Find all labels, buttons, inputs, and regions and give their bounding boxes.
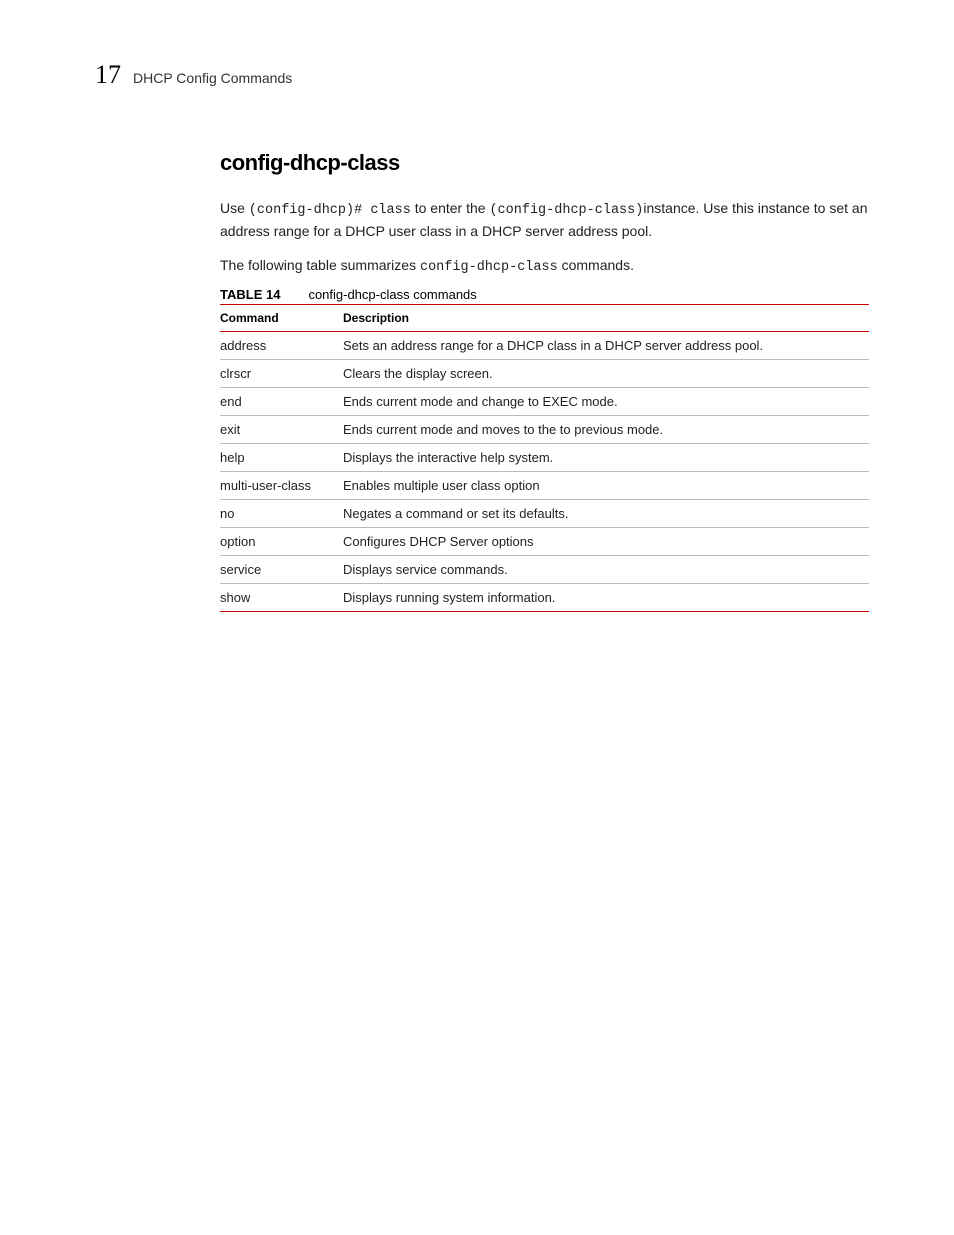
table-row: endEnds current mode and change to EXEC … <box>220 388 869 416</box>
cell-description: Displays the interactive help system. <box>343 444 869 472</box>
cell-description: Clears the display screen. <box>343 360 869 388</box>
table-caption: TABLE 14 config-dhcp-class commands <box>220 287 869 302</box>
table-row: exitEnds current mode and moves to the t… <box>220 416 869 444</box>
table-header-row: Command Description <box>220 305 869 332</box>
table-row: helpDisplays the interactive help system… <box>220 444 869 472</box>
cell-description: Displays service commands. <box>343 556 869 584</box>
cell-command: show <box>220 584 343 612</box>
summary-text-post: commands. <box>558 257 634 273</box>
table-row: addressSets an address range for a DHCP … <box>220 332 869 360</box>
intro-text-mid: to enter the <box>411 200 490 216</box>
cell-command: end <box>220 388 343 416</box>
content-area: config-dhcp-class Use (config-dhcp)# cla… <box>220 150 869 612</box>
cell-command: help <box>220 444 343 472</box>
intro-mono-1: (config-dhcp)# class <box>249 203 411 218</box>
section-heading: config-dhcp-class <box>220 150 869 176</box>
col-header-command: Command <box>220 305 343 332</box>
cell-command: clrscr <box>220 360 343 388</box>
table-caption-text: config-dhcp-class commands <box>308 287 476 302</box>
cell-command: address <box>220 332 343 360</box>
col-header-description: Description <box>343 305 869 332</box>
header-title: DHCP Config Commands <box>133 70 292 86</box>
cell-description: Negates a command or set its defaults. <box>343 500 869 528</box>
cell-description: Configures DHCP Server options <box>343 528 869 556</box>
table-row: multi-user-class Enables multiple user c… <box>220 472 869 500</box>
summary-mono: config-dhcp-class <box>420 260 558 275</box>
summary-text-pre: The following table summarizes <box>220 257 420 273</box>
intro-mono-2: (config-dhcp-class) <box>489 203 643 218</box>
cell-command: no <box>220 500 343 528</box>
table-row: clrscrClears the display screen. <box>220 360 869 388</box>
table-row: noNegates a command or set its defaults. <box>220 500 869 528</box>
intro-paragraph: Use (config-dhcp)# class to enter the (c… <box>220 198 869 241</box>
table-row: optionConfigures DHCP Server options <box>220 528 869 556</box>
table-label: TABLE 14 <box>220 287 280 302</box>
cell-description: Ends current mode and moves to the to pr… <box>343 416 869 444</box>
table-row: serviceDisplays service commands. <box>220 556 869 584</box>
table-row: showDisplays running system information. <box>220 584 869 612</box>
cell-command: service <box>220 556 343 584</box>
page-number: 17 <box>95 60 121 90</box>
page-header: 17 DHCP Config Commands <box>95 60 869 90</box>
cell-command: option <box>220 528 343 556</box>
cell-command: exit <box>220 416 343 444</box>
summary-paragraph: The following table summarizes config-dh… <box>220 255 869 278</box>
cell-description: Enables multiple user class option <box>343 472 869 500</box>
intro-text-pre: Use <box>220 200 249 216</box>
cell-description: Sets an address range for a DHCP class i… <box>343 332 869 360</box>
cell-description: Ends current mode and change to EXEC mod… <box>343 388 869 416</box>
cell-description: Displays running system information. <box>343 584 869 612</box>
cell-command: multi-user-class <box>220 472 343 500</box>
commands-table: Command Description addressSets an addre… <box>220 304 869 612</box>
